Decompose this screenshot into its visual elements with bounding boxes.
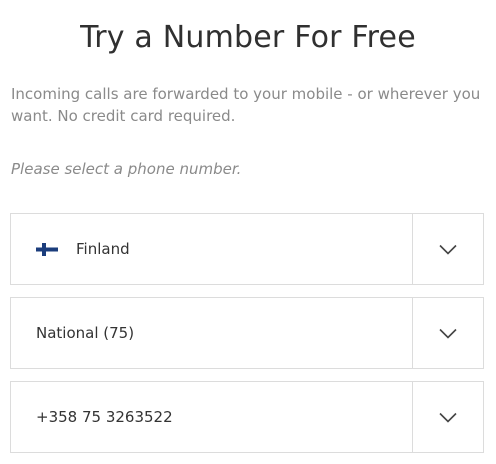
description-text: Incoming calls are forwarded to your mob… bbox=[11, 85, 481, 125]
number-type-select[interactable]: National (75) bbox=[10, 297, 484, 369]
country-select-value-area[interactable]: Finland bbox=[11, 214, 413, 284]
number-type-select-value-area[interactable]: National (75) bbox=[11, 298, 413, 368]
page-title: Try a Number For Free bbox=[80, 20, 416, 55]
number-type-select-value: National (75) bbox=[36, 324, 135, 342]
chevron-down-icon bbox=[439, 244, 457, 255]
select-number-hint: Please select a phone number. bbox=[11, 160, 242, 178]
phone-number-select-value: +358 75 3263522 bbox=[36, 408, 173, 426]
number-type-select-toggle[interactable] bbox=[412, 298, 483, 368]
chevron-down-icon bbox=[439, 328, 457, 339]
chevron-down-icon bbox=[439, 412, 457, 423]
phone-number-select-value-area[interactable]: +358 75 3263522 bbox=[11, 382, 413, 452]
phone-number-select[interactable]: +358 75 3263522 bbox=[10, 381, 484, 453]
country-select-toggle[interactable] bbox=[412, 214, 483, 284]
phone-number-select-toggle[interactable] bbox=[412, 382, 483, 452]
country-select[interactable]: Finland bbox=[10, 213, 484, 285]
country-select-value: Finland bbox=[76, 240, 130, 258]
finland-flag-icon bbox=[36, 242, 58, 256]
